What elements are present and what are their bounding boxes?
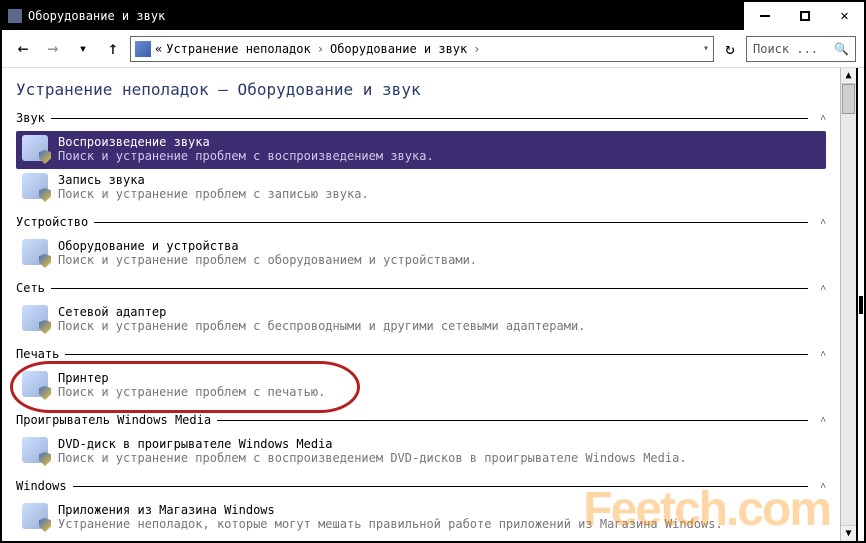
group-label: Проигрыватель Windows Media [16, 413, 211, 427]
group: Проигрыватель Windows Media ˄ DVD-диск в п… [16, 411, 826, 471]
window-title: Оборудование и звук [28, 9, 744, 23]
scroll-down-icon[interactable]: ▼ [841, 525, 856, 541]
collapse-icon[interactable]: ˄ [814, 113, 826, 124]
group-divider [51, 288, 808, 289]
address-dropdown-icon[interactable]: ▾ [703, 43, 709, 54]
group-header[interactable]: Проигрыватель Windows Media ˄ [16, 411, 826, 429]
troubleshooter-item[interactable]: Сетевой адаптерПоиск и устранение пробле… [16, 301, 826, 339]
title-bar: Оборудование и звук ✕ [2, 2, 864, 30]
troubleshooter-desc: Поиск и устранение проблем с оборудовани… [58, 253, 477, 267]
close-button[interactable]: ✕ [824, 2, 864, 30]
troubleshooter-desc: Поиск и устранение проблем с записью зву… [58, 187, 369, 201]
collapse-icon[interactable]: ˄ [814, 349, 826, 360]
troubleshooter-item[interactable]: ПринтерПоиск и устранение проблем с печа… [16, 367, 826, 405]
breadcrumb-1[interactable]: Устранение неполадок [166, 42, 311, 56]
app-icon [8, 9, 22, 23]
vertical-scrollbar[interactable]: ▲ ▼ [840, 68, 856, 541]
troubleshooter-title: Запись звука [58, 173, 369, 187]
troubleshooter-desc: Устранение неполадок, которые могут меша… [58, 517, 723, 531]
breadcrumb-prefix: « [155, 42, 162, 56]
troubleshooter-desc: Поиск и устранение проблем с печатью. [58, 385, 325, 399]
search-placeholder: Поиск ... [753, 42, 818, 56]
search-input[interactable]: Поиск ... 🔍 [746, 36, 856, 62]
group-divider [65, 354, 808, 355]
group: Windows ˄ Приложения из Магазина WindowsУс… [16, 477, 826, 537]
collapse-icon[interactable]: ˄ [814, 481, 826, 492]
page-title: Устранение неполадок — Оборудование и зв… [16, 80, 826, 99]
troubleshooter-icon [22, 371, 48, 397]
breadcrumb-sep-icon: › [471, 42, 482, 56]
maximize-button[interactable] [784, 2, 824, 30]
location-icon [135, 41, 151, 57]
scroll-thumb[interactable] [842, 84, 855, 114]
scroll-up-icon[interactable]: ▲ [841, 68, 856, 84]
group-label: Звук [16, 111, 45, 125]
group-divider [94, 222, 808, 223]
troubleshooter-title: DVD-диск в проигрывателе Windows Media [58, 437, 687, 451]
refresh-button[interactable]: ↻ [718, 36, 742, 62]
group-header[interactable]: Звук ˄ [16, 109, 826, 127]
group: Сеть ˄ Сетевой адаптерПоиск и устранение п… [16, 279, 826, 339]
troubleshooter-icon [22, 305, 48, 331]
troubleshooter-icon [22, 239, 48, 265]
troubleshooter-desc: Поиск и устранение проблем с воспроизвед… [58, 451, 687, 465]
forward-button[interactable]: → [40, 36, 66, 62]
troubleshooter-title: Оборудование и устройства [58, 239, 477, 253]
scroll-track[interactable] [841, 84, 856, 525]
group-label: Устройство [16, 215, 88, 229]
troubleshooter-item[interactable]: Приложения из Магазина WindowsУстранение… [16, 499, 826, 537]
group: Устройство ˄ Оборудование и устройстваПоис… [16, 213, 826, 273]
group-header[interactable]: Сеть ˄ [16, 279, 826, 297]
group-label: Сеть [16, 281, 45, 295]
troubleshooter-item[interactable]: Запись звукаПоиск и устранение проблем с… [16, 169, 826, 207]
troubleshooter-icon [22, 437, 48, 463]
group: Печать ˄ ПринтерПоиск и устранение проблем… [16, 345, 826, 405]
collapse-icon[interactable]: ˄ [814, 283, 826, 294]
address-bar[interactable]: « Устранение неполадок › Оборудование и … [130, 36, 714, 62]
minimize-button[interactable] [744, 2, 784, 30]
troubleshooter-item[interactable]: Оборудование и устройстваПоиск и устране… [16, 235, 826, 273]
troubleshooter-item[interactable]: Воспроизведение звукаПоиск и устранение … [16, 131, 826, 169]
up-button[interactable]: ↑ [100, 36, 126, 62]
troubleshooter-desc: Поиск и устранение проблем с воспроизвед… [58, 149, 434, 163]
window-controls: ✕ [744, 2, 864, 30]
collapse-icon[interactable]: ˄ [814, 415, 826, 426]
nav-bar: ← → ▾ ↑ « Устранение неполадок › Оборудо… [2, 30, 864, 68]
group-label: Печать [16, 347, 59, 361]
history-dropdown[interactable]: ▾ [70, 36, 96, 62]
group-header[interactable]: Устройство ˄ [16, 213, 826, 231]
breadcrumb-2[interactable]: Оборудование и звук [330, 42, 467, 56]
troubleshooter-title: Приложения из Магазина Windows [58, 503, 723, 517]
troubleshooter-title: Принтер [58, 371, 325, 385]
group: Звук˄Воспроизведение звукаПоиск и устран… [16, 109, 826, 207]
group-header[interactable]: Windows ˄ [16, 477, 826, 495]
troubleshooter-icon [22, 135, 48, 161]
group-divider [51, 118, 808, 119]
group-header[interactable]: Печать ˄ [16, 345, 826, 363]
content-area: Устранение неполадок — Оборудование и зв… [2, 68, 840, 541]
troubleshooter-item[interactable]: DVD-диск в проигрывателе Windows MediaПо… [16, 433, 826, 471]
window-resize-grip[interactable] [856, 68, 864, 541]
troubleshooter-title: Сетевой адаптер [58, 305, 585, 319]
troubleshooter-title: Воспроизведение звука [58, 135, 434, 149]
troubleshooter-icon [22, 503, 48, 529]
group-divider [73, 486, 809, 487]
back-button[interactable]: ← [10, 36, 36, 62]
collapse-icon[interactable]: ˄ [814, 217, 826, 228]
troubleshooter-desc: Поиск и устранение проблем с беспроводны… [58, 319, 585, 333]
troubleshooter-icon [22, 173, 48, 199]
search-icon: 🔍 [834, 42, 849, 56]
group-label: Windows [16, 479, 67, 493]
breadcrumb-sep-icon: › [315, 42, 326, 56]
group-divider [217, 420, 808, 421]
